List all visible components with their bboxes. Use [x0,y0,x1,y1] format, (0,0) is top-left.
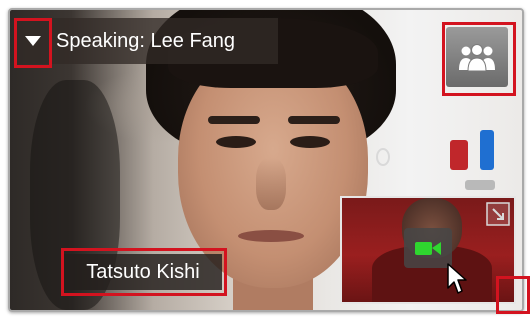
mouse-pointer-icon [447,263,467,294]
triangle-down-icon [25,36,41,46]
expand-button[interactable] [486,202,510,226]
dropdown-button[interactable] [14,18,52,64]
people-icon [459,44,495,72]
speaking-label: Speaking: Lee Fang [56,29,236,52]
self-view-thumbnail[interactable] [340,196,516,304]
speaking-indicator: Speaking: Lee Fang [14,18,278,64]
camera-toggle-button[interactable] [404,228,452,268]
expand-icon [486,202,510,226]
participant-name: Tatsuto Kishi [86,260,200,283]
participants-button[interactable] [446,27,508,87]
resize-handle[interactable] [502,286,516,300]
participant-name-tag: Tatsuto Kishi [64,254,222,290]
video-camera-icon [415,242,441,255]
